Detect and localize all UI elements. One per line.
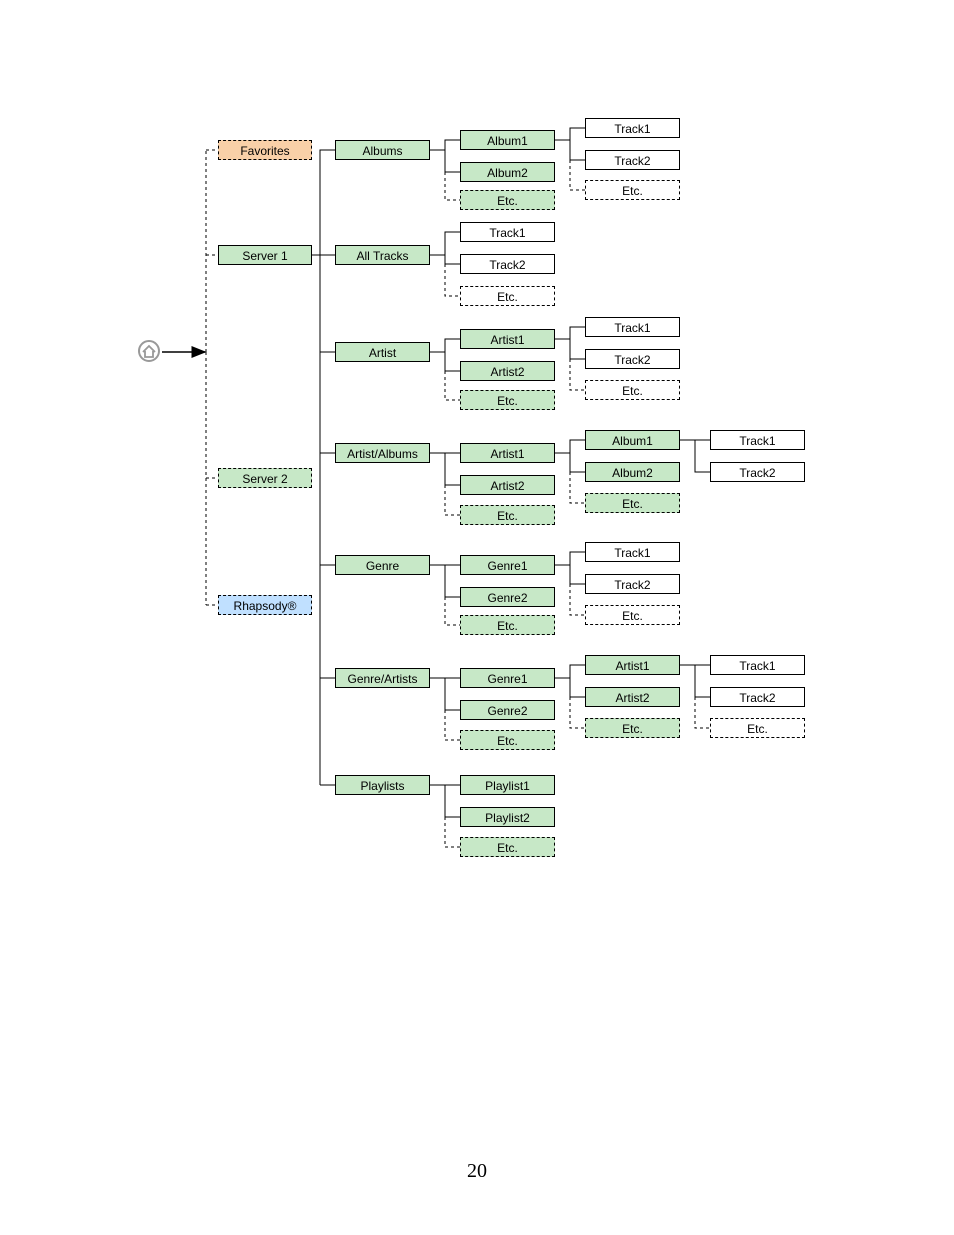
playlist2: Playlist2 [460, 807, 555, 827]
cat-genre-artists: Genre/Artists [335, 668, 430, 688]
aa-artist1: Artist1 [460, 443, 555, 463]
ga-genre1: Genre1 [460, 668, 555, 688]
album1: Album1 [460, 130, 555, 150]
aa-album-etc: Etc. [585, 493, 680, 513]
cat-artist-albums: Artist/Albums [335, 443, 430, 463]
alltracks-track2: Track2 [460, 254, 555, 274]
ga-genre2: Genre2 [460, 700, 555, 720]
aa-album2: Album2 [585, 462, 680, 482]
aa-track1: Track1 [710, 430, 805, 450]
albums-etc: Etc. [460, 190, 555, 210]
artist2: Artist2 [460, 361, 555, 381]
album-track2: Track2 [585, 150, 680, 170]
nav-favorites: Favorites [218, 140, 312, 160]
aa-artist2: Artist2 [460, 475, 555, 495]
cat-genre: Genre [335, 555, 430, 575]
genre-track-etc: Etc. [585, 605, 680, 625]
nav-server1: Server 1 [218, 245, 312, 265]
artist1: Artist1 [460, 329, 555, 349]
alltracks-track1: Track1 [460, 222, 555, 242]
cat-artist: Artist [335, 342, 430, 362]
playlist1: Playlist1 [460, 775, 555, 795]
aa-album1: Album1 [585, 430, 680, 450]
ga-track-etc: Etc. [710, 718, 805, 738]
aa-track2: Track2 [710, 462, 805, 482]
ga-artist2: Artist2 [585, 687, 680, 707]
nav-rhapsody: Rhapsody® [218, 595, 312, 615]
playlist-etc: Etc. [460, 837, 555, 857]
genre-etc: Etc. [460, 615, 555, 635]
ga-artist1: Artist1 [585, 655, 680, 675]
genre-track2: Track2 [585, 574, 680, 594]
album-track-etc: Etc. [585, 180, 680, 200]
ga-track2: Track2 [710, 687, 805, 707]
artist-track2: Track2 [585, 349, 680, 369]
artist-etc: Etc. [460, 390, 555, 410]
cat-playlists: Playlists [335, 775, 430, 795]
ga-track1: Track1 [710, 655, 805, 675]
ga-etc: Etc. [460, 730, 555, 750]
artist-track1: Track1 [585, 317, 680, 337]
genre-track1: Track1 [585, 542, 680, 562]
aa-etc: Etc. [460, 505, 555, 525]
genre2: Genre2 [460, 587, 555, 607]
album2: Album2 [460, 162, 555, 182]
album-track1: Track1 [585, 118, 680, 138]
cat-alltracks: All Tracks [335, 245, 430, 265]
genre1: Genre1 [460, 555, 555, 575]
artist-track-etc: Etc. [585, 380, 680, 400]
cat-albums: Albums [335, 140, 430, 160]
ga-artist-etc: Etc. [585, 718, 680, 738]
alltracks-etc: Etc. [460, 286, 555, 306]
page-number: 20 [0, 1160, 954, 1183]
nav-server2: Server 2 [218, 468, 312, 488]
